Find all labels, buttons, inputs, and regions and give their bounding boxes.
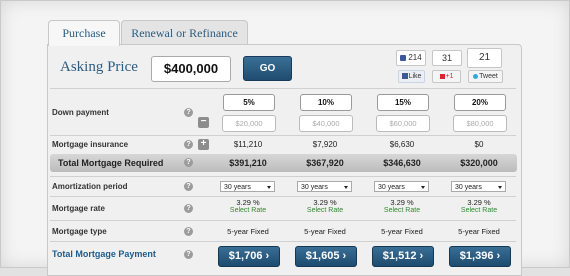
help-icon[interactable]: ? [184,158,193,167]
down-payment-amount-input[interactable]: $80,000 [453,115,507,132]
googleplus-button[interactable]: +1 [432,70,461,83]
mortgage-rate-value: 3.29 % [390,198,414,207]
total-mortgage-required-value: $320,000 [460,158,498,168]
down-payment-amount-input[interactable]: $20,000 [222,115,276,132]
amortization-value: 30 years [455,184,482,191]
down-payment-percent-input[interactable]: 20% [454,94,506,111]
tab-renewal-refinance[interactable]: Renewal or Refinance [121,20,248,45]
amortization-select[interactable]: 30 years [374,181,429,192]
payment-value: $1,706 [228,250,263,262]
payment-button[interactable]: $1,706 › [218,246,280,267]
mortgage-rate-value: 3.29 % [236,198,260,207]
chevron-right-icon: › [265,250,270,262]
dropdown-arrow-icon [498,186,502,189]
down-payment-percent-input[interactable]: 10% [300,94,352,111]
dropdown-arrow-icon [344,186,348,189]
go-button[interactable]: GO [243,56,292,81]
minus-icon[interactable]: − [198,117,209,128]
divider [50,241,516,242]
mortgage-insurance-value: $7,920 [312,140,338,149]
down-payment-amount-input[interactable]: $40,000 [299,115,353,132]
payment-button[interactable]: $1,512 › [372,246,434,267]
divider [50,176,516,177]
googleplus-label: +1 [445,73,454,80]
facebook-like-count: 214 [396,50,426,66]
amortization-value: 30 years [378,184,405,191]
total-mortgage-required-label: Total Mortgage Required [58,158,164,168]
twitter-tweet-button[interactable]: Tweet [468,70,503,83]
select-rate-link[interactable]: Select Rate [295,207,355,214]
asking-price-label: Asking Price [60,59,138,75]
mortgage-type-value: 5-year Fixed [458,227,500,236]
divider [50,88,516,89]
mortgage-rate-value: 3.29 % [467,198,491,207]
down-payment-percent-input[interactable]: 5% [223,94,275,111]
plus-icon[interactable]: + [198,139,209,150]
help-icon[interactable]: ? [184,140,193,149]
payment-value: $1,605 [305,250,340,262]
googleplus-icon [439,73,445,79]
payment-value: $1,512 [382,250,417,262]
mortgage-insurance-value: $0 [474,140,484,149]
down-payment-amount-input[interactable]: $60,000 [376,115,430,132]
help-icon[interactable]: ? [184,182,193,191]
mortgage-rate-value: 3.29 % [313,198,337,207]
help-icon[interactable]: ? [184,204,193,213]
chevron-right-icon: › [496,250,501,262]
down-payment-label: Down payment [52,108,109,117]
total-mortgage-required-value: $367,920 [306,158,344,168]
twitter-count: 21 [467,48,502,68]
payment-value: $1,396 [459,250,494,262]
amortization-value: 30 years [301,184,328,191]
mortgage-insurance-value: $11,210 [233,140,263,149]
chevron-right-icon: › [342,250,347,262]
total-mortgage-required-value: $391,210 [229,158,267,168]
select-rate-link[interactable]: Select Rate [449,207,509,214]
payment-button[interactable]: $1,605 › [295,246,357,267]
divider [50,196,516,197]
select-rate-link[interactable]: Select Rate [372,207,432,214]
dropdown-arrow-icon [421,186,425,189]
help-icon[interactable]: ? [184,250,193,259]
select-rate-link[interactable]: Select Rate [218,207,278,214]
facebook-count: 214 [408,53,422,62]
thumbs-up-icon [400,54,407,61]
amortization-select[interactable]: 30 years [451,181,506,192]
mortgage-type-value: 5-year Fixed [227,227,269,236]
mortgage-rate-label: Mortgage rate [52,204,105,213]
down-payment-percent-input[interactable]: 15% [377,94,429,111]
facebook-icon [401,73,408,80]
amortization-select[interactable]: 30 years [220,181,275,192]
help-icon[interactable]: ? [184,227,193,236]
mortgage-type-value: 5-year Fixed [381,227,423,236]
chevron-right-icon: › [419,250,424,262]
mortgage-type-label: Mortgage type [52,227,107,236]
googleplus-count: 31 [432,50,462,66]
amortization-select[interactable]: 30 years [297,181,352,192]
mortgage-insurance-label: Mortgage insurance [52,140,129,149]
mortgage-insurance-value: $6,630 [389,140,415,149]
twitter-bird-icon [473,73,479,79]
payment-button[interactable]: $1,396 › [449,246,511,267]
divider [50,135,516,136]
amortization-period-label: Amortization period [52,182,128,191]
help-icon[interactable]: ? [184,108,193,117]
dropdown-arrow-icon [267,186,271,189]
asking-price-input[interactable]: $400,000 [151,56,231,82]
mortgage-type-value: 5-year Fixed [304,227,346,236]
twitter-tweet-label: Tweet [479,73,498,80]
tab-purchase[interactable]: Purchase [48,20,120,46]
facebook-like-button[interactable]: Like [398,70,425,83]
total-mortgage-required-value: $346,630 [383,158,421,168]
facebook-like-label: Like [408,73,422,80]
divider [50,220,516,221]
total-mortgage-payment-label: Total Mortgage Payment [52,249,156,259]
amortization-value: 30 years [224,184,251,191]
